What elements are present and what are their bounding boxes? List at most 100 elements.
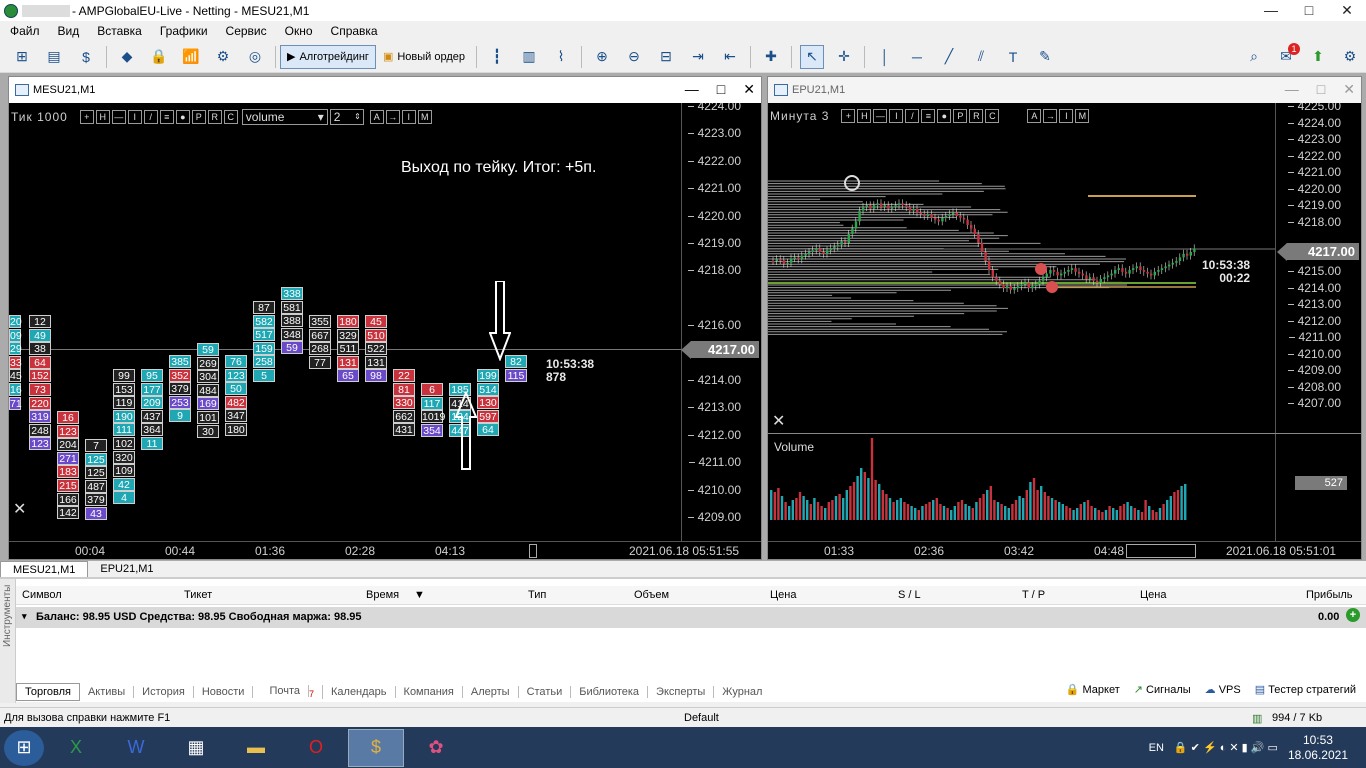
level-icon[interactable]: ⬆ bbox=[1306, 45, 1330, 69]
market-watch-icon[interactable]: $ bbox=[74, 45, 98, 69]
profile-name[interactable]: Default bbox=[684, 712, 719, 724]
left-maximize-button[interactable]: □ bbox=[717, 81, 725, 98]
tab-mail[interactable]: Почта 7 bbox=[253, 684, 323, 700]
cursor-icon[interactable]: ↖ bbox=[800, 44, 825, 69]
menu-window[interactable]: Окно bbox=[279, 24, 325, 38]
paint-icon[interactable]: ✿ bbox=[408, 729, 464, 767]
tab-articles[interactable]: Статьи bbox=[519, 686, 572, 698]
search-chart-icon[interactable]: ◎ bbox=[243, 45, 267, 69]
excel-icon[interactable]: X bbox=[48, 729, 104, 767]
right-close-button[interactable]: ✕ bbox=[1343, 81, 1355, 98]
chart-shift-icon[interactable]: ⇤ bbox=[718, 45, 742, 69]
tab-history[interactable]: История bbox=[134, 686, 194, 698]
menu-file[interactable]: Файл bbox=[4, 24, 52, 38]
footprint-cell: 42 bbox=[113, 477, 135, 491]
tab-calendar[interactable]: Календарь bbox=[323, 686, 396, 698]
crosshair-icon[interactable]: ✛ bbox=[832, 45, 856, 69]
start-button-icon[interactable]: ⊞ bbox=[4, 729, 44, 766]
profiles-icon[interactable]: ▤ bbox=[42, 45, 66, 69]
notifications-icon[interactable]: ✉ 1 bbox=[1274, 42, 1300, 69]
candle bbox=[980, 243, 984, 252]
new-chart-icon[interactable]: ⊞ bbox=[10, 45, 34, 69]
navigator-icon[interactable]: ◆ bbox=[115, 45, 139, 69]
collapse-icon[interactable]: ▾ bbox=[22, 611, 27, 622]
tray-icons[interactable]: 🔒 ✔ ⚡ ◐ ✕ ▮ 🔊 ▭ bbox=[1174, 741, 1278, 754]
tab-experts[interactable]: Эксперты bbox=[648, 686, 715, 698]
minimize-button[interactable]: — bbox=[1252, 0, 1290, 21]
col-sl[interactable]: S / L bbox=[898, 589, 921, 601]
right-minimize-button[interactable]: — bbox=[1285, 81, 1299, 98]
strategy-icon[interactable]: ⚙ bbox=[211, 45, 235, 69]
col-tp[interactable]: T / P bbox=[1022, 589, 1045, 601]
lock-icon[interactable]: 🔒 bbox=[147, 45, 171, 69]
vps-link[interactable]: ☁ VPS bbox=[1205, 683, 1241, 696]
left-close-button[interactable]: ✕ bbox=[743, 81, 755, 98]
menu-tools[interactable]: Сервис bbox=[220, 24, 279, 38]
tile-windows-icon[interactable]: ⊟ bbox=[654, 45, 678, 69]
left-plot[interactable]: Тик 1000 + H — I / ≡ ● P R C volume ▾ 2 ⇕ … bbox=[9, 103, 761, 559]
explorer-icon[interactable]: ▬ bbox=[228, 729, 284, 767]
opera-icon[interactable]: O bbox=[288, 729, 344, 767]
tab-alerts[interactable]: Алерты bbox=[463, 686, 519, 698]
text-icon[interactable]: T bbox=[1001, 45, 1025, 69]
right-maximize-button[interactable]: □ bbox=[1317, 81, 1325, 98]
close-button[interactable]: ✕ bbox=[1328, 0, 1366, 21]
signal-icon[interactable]: 📶 bbox=[179, 45, 203, 69]
calculator-icon[interactable]: ▦ bbox=[168, 729, 224, 767]
col-ticket[interactable]: Тикет bbox=[184, 589, 212, 601]
trendline-icon[interactable]: ╱ bbox=[937, 45, 961, 69]
tab-journal[interactable]: Журнал bbox=[714, 686, 770, 698]
menu-view[interactable]: Вид bbox=[52, 24, 92, 38]
col-volume[interactable]: Объем bbox=[634, 589, 669, 601]
col-price2[interactable]: Цена bbox=[1140, 589, 1166, 601]
tab-assets[interactable]: Активы bbox=[80, 686, 135, 698]
horizontal-line-icon[interactable]: ─ bbox=[905, 45, 929, 69]
col-type[interactable]: Тип bbox=[528, 589, 546, 601]
search-icon[interactable]: ⌕ bbox=[1242, 45, 1266, 69]
col-time[interactable]: Время bbox=[366, 589, 399, 601]
left-minimize-button[interactable]: — bbox=[685, 81, 699, 98]
candle bbox=[1070, 268, 1074, 270]
col-symbol[interactable]: Символ bbox=[22, 589, 62, 601]
candle bbox=[988, 261, 991, 270]
balance-row[interactable]: ▾ Баланс: 98.95 USD Средства: 98.95 Своб… bbox=[16, 607, 1366, 628]
tester-link[interactable]: ▤ Тестер стратегий bbox=[1255, 683, 1356, 696]
add-icon[interactable]: + bbox=[1346, 608, 1360, 622]
indicators-icon[interactable]: ✚ bbox=[759, 45, 783, 69]
menu-insert[interactable]: Вставка bbox=[91, 24, 154, 38]
right-plot[interactable]: Минута 3 + H — I / ≡ ● P R C A → I M 10:… bbox=[768, 103, 1361, 559]
tools-crossed-icon[interactable]: ✕ bbox=[13, 499, 26, 519]
fibo-icon[interactable]: ⫽ bbox=[969, 45, 993, 69]
shapes-icon[interactable]: ✎ bbox=[1033, 45, 1057, 69]
market-link[interactable]: 🔒 Маркет bbox=[1066, 683, 1120, 696]
clock[interactable]: 10:53 18.06.2021 bbox=[1288, 733, 1348, 763]
algotrading-button[interactable]: ▶ Алготрейдинг bbox=[280, 44, 376, 69]
col-price[interactable]: Цена bbox=[770, 589, 796, 601]
autoscroll-icon[interactable]: ⇥ bbox=[686, 45, 710, 69]
tab-news[interactable]: Новости bbox=[194, 686, 254, 698]
candle-chart-icon[interactable]: ▥ bbox=[517, 45, 541, 69]
terminal-sidebar[interactable]: Инструменты bbox=[0, 579, 16, 703]
right-price-chart bbox=[768, 175, 1276, 335]
bar-chart-icon[interactable]: ┇ bbox=[485, 45, 509, 69]
vertical-line-icon[interactable]: │ bbox=[873, 45, 897, 69]
new-order-button[interactable]: ▣ Новый ордер bbox=[376, 45, 472, 69]
zoom-in-icon[interactable]: ⊕ bbox=[590, 45, 614, 69]
menu-help[interactable]: Справка bbox=[325, 24, 390, 38]
settings-icon[interactable]: ⚙ bbox=[1338, 45, 1362, 69]
word-icon[interactable]: W bbox=[108, 729, 164, 767]
chart-tab-epu21[interactable]: EPU21,M1 bbox=[88, 561, 165, 577]
metatrader-icon[interactable]: $ bbox=[348, 728, 404, 767]
tools-crossed-icon[interactable]: ✕ bbox=[772, 411, 785, 431]
tab-company[interactable]: Компания bbox=[396, 686, 463, 698]
chart-tab-mesu21[interactable]: MESU21,M1 bbox=[0, 561, 89, 577]
zoom-out-icon[interactable]: ⊖ bbox=[622, 45, 646, 69]
line-chart-icon[interactable]: ⌇ bbox=[549, 45, 573, 69]
maximize-button[interactable]: □ bbox=[1290, 0, 1328, 21]
signals-link[interactable]: ↗ Сигналы bbox=[1134, 683, 1191, 696]
tab-trade[interactable]: Торговля bbox=[16, 683, 80, 701]
language-indicator[interactable]: EN bbox=[1149, 742, 1164, 754]
tab-library[interactable]: Библиотека bbox=[571, 686, 649, 698]
menu-charts[interactable]: Графики bbox=[154, 24, 220, 38]
col-profit[interactable]: Прибыль bbox=[1306, 589, 1353, 601]
